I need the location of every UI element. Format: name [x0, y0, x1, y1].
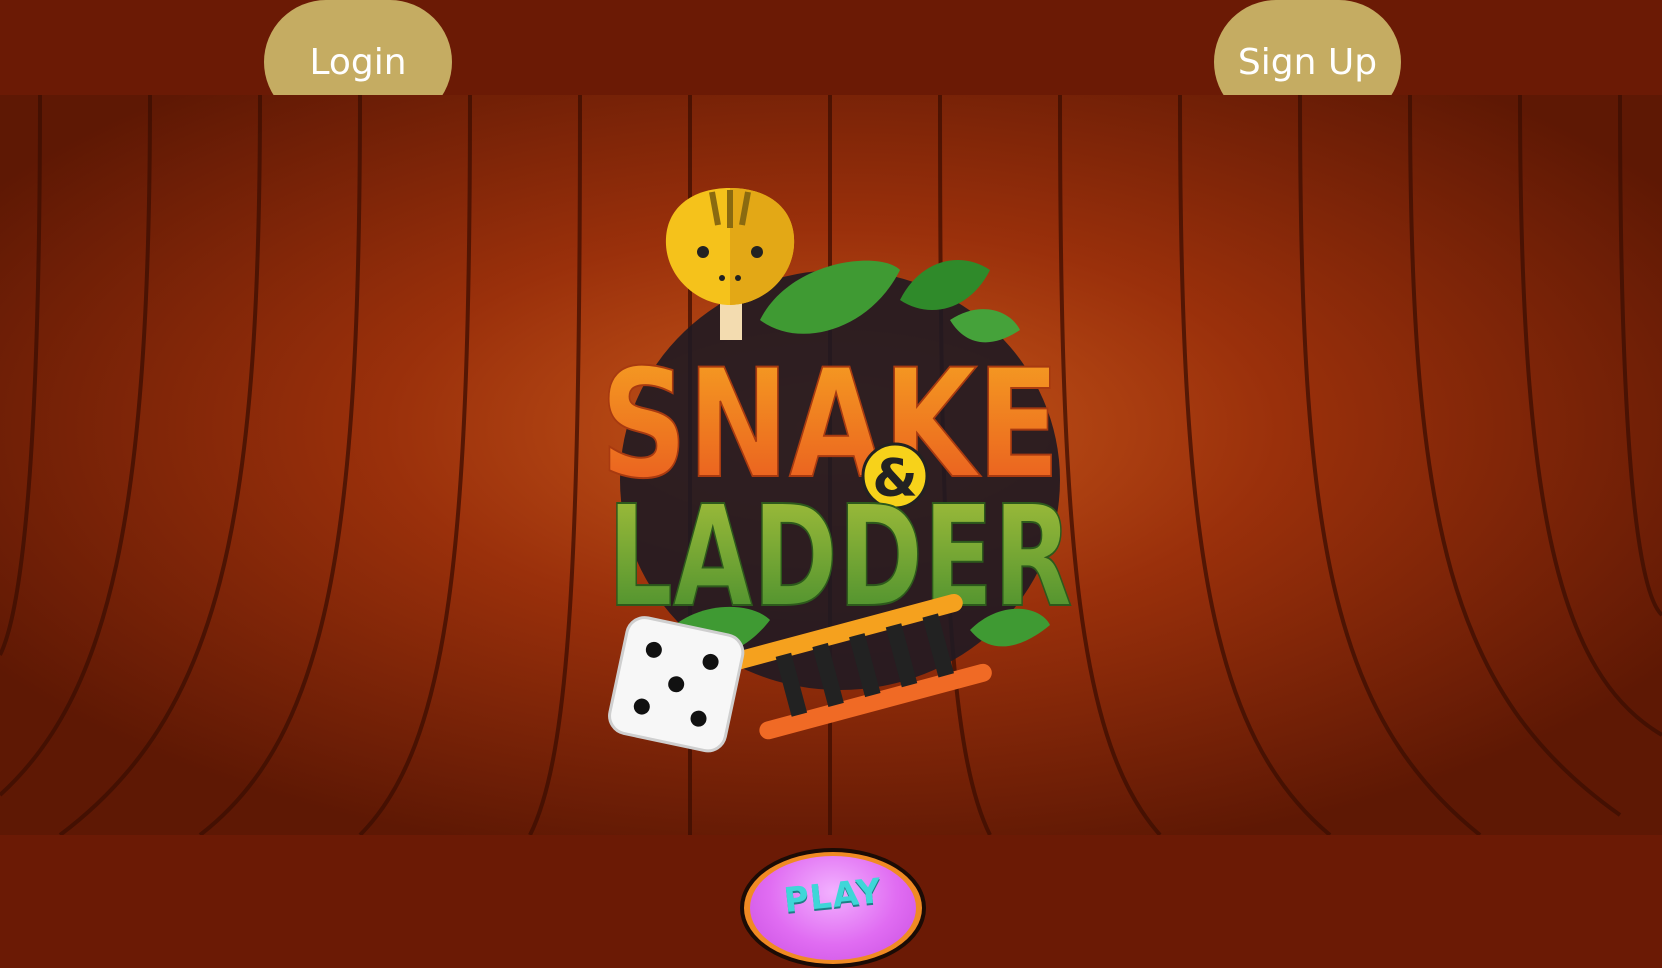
logo-ladder-text: LADDER [608, 476, 1073, 639]
play-button[interactable]: PLAY [740, 848, 926, 968]
dice-icon [608, 616, 745, 753]
leaf-icon [900, 260, 990, 310]
game-logo: SNAKE & LADDER [599, 188, 1074, 753]
